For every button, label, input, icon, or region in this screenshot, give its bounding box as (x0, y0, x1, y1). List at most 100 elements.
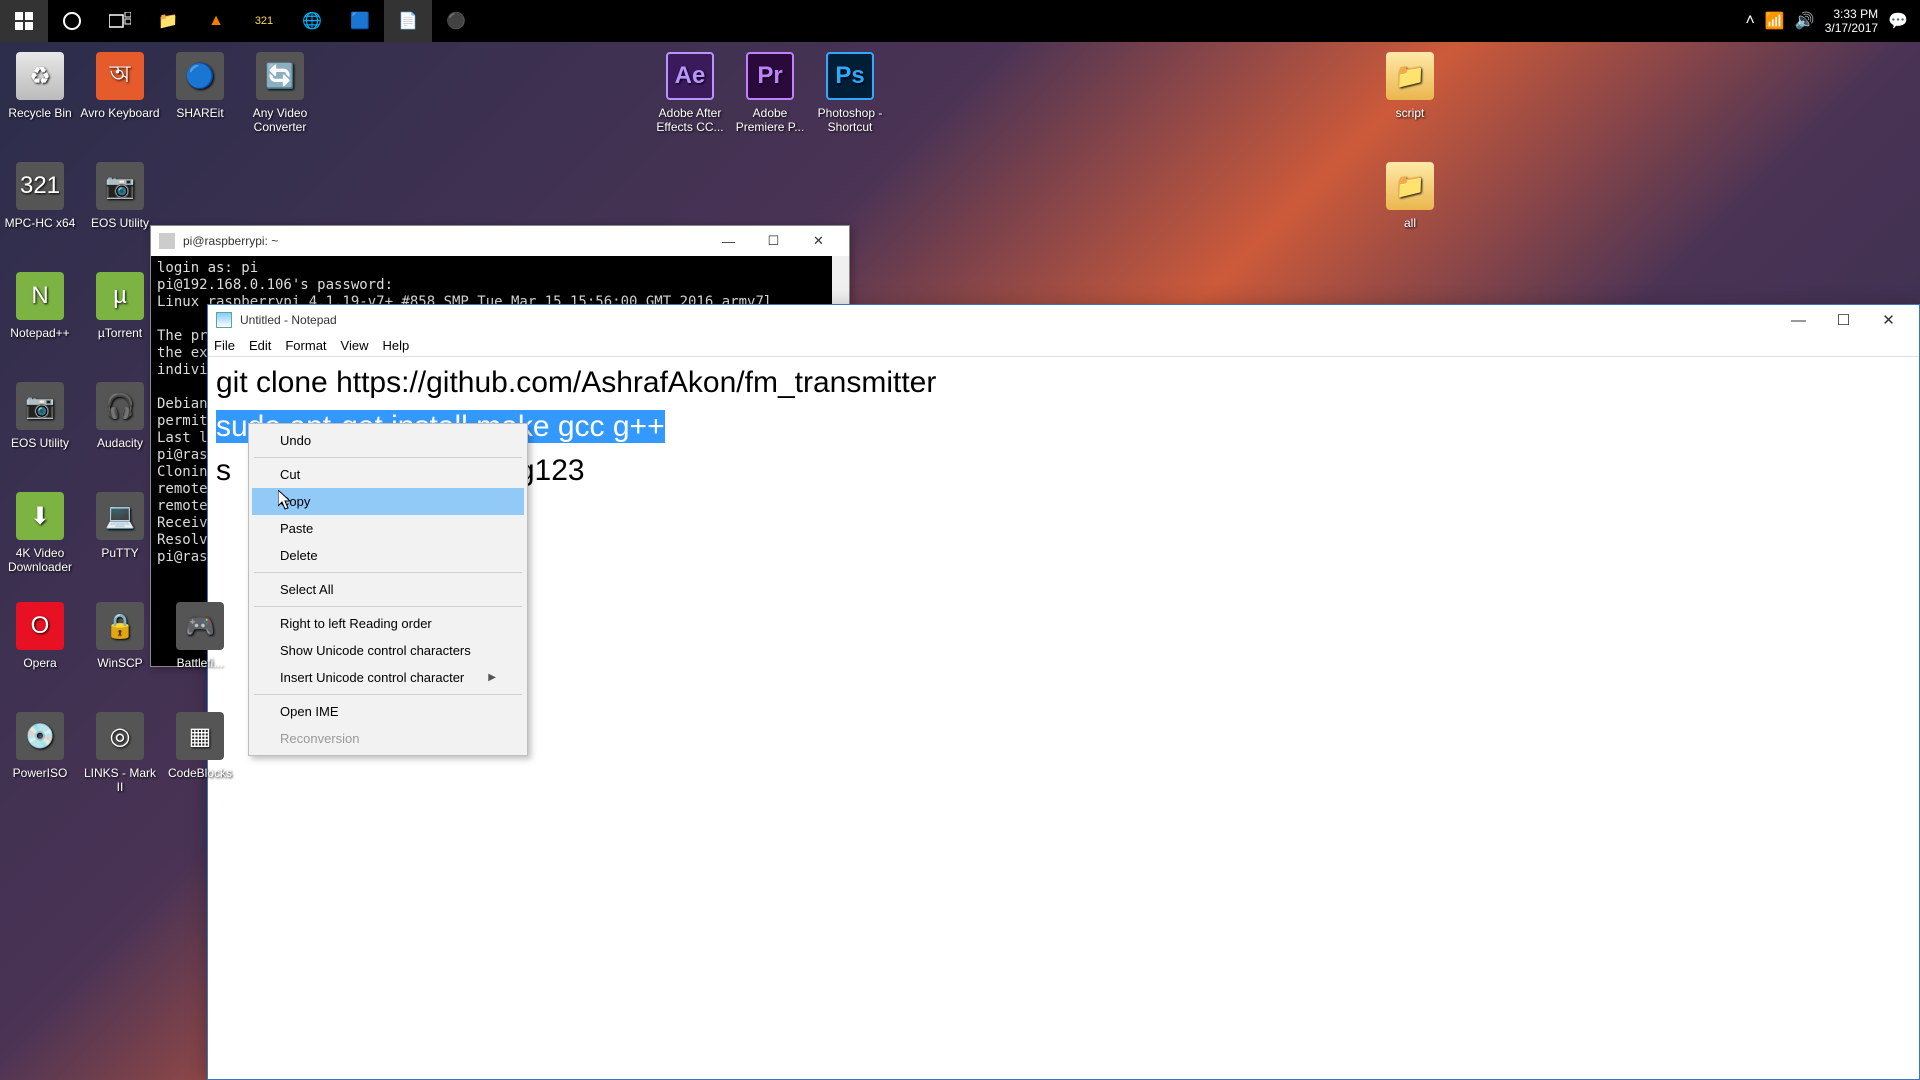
tb-notepad[interactable]: 📄 (384, 0, 432, 42)
context-open-ime[interactable]: Open IME (252, 698, 524, 725)
desktop-icon-battlefi-[interactable]: 🎮Battlefi... (160, 602, 240, 670)
desktop-icon-shareit[interactable]: 🔵SHAREit (160, 52, 240, 120)
context-undo[interactable]: Undo (252, 427, 524, 454)
icon-label: EOS Utility (80, 216, 160, 230)
taskview-button[interactable] (96, 0, 144, 42)
icon-label: Adobe Premiere P... (730, 106, 810, 134)
np-line3-pre: s (216, 454, 231, 487)
cortana-button[interactable] (48, 0, 96, 42)
putty-title-text: pi@raspberrypi: ~ (183, 234, 278, 248)
tb-app1[interactable]: 🟦 (336, 0, 384, 42)
context-separator (254, 694, 522, 695)
tray-volume-icon[interactable]: 🔊 (1795, 11, 1815, 31)
app-icon: 📷 (16, 382, 64, 430)
np-line1: git clone https://github.com/AshrafAkon/… (216, 366, 936, 399)
desktop-icon-links-mark-ii[interactable]: ◎LINKS - Mark II (80, 712, 160, 794)
tray-chevron-icon[interactable]: ˄ (1746, 12, 1755, 30)
menu-edit[interactable]: Edit (249, 338, 271, 353)
context-right-to-left-reading-order[interactable]: Right to left Reading order (252, 610, 524, 637)
desktop-icon-poweriso[interactable]: 💿PowerISO (0, 712, 80, 780)
app-icon: 🎮 (176, 602, 224, 650)
desktop-icon-notepad-[interactable]: N Notepad++ (0, 272, 80, 340)
putty-close-button[interactable]: ✕ (796, 227, 841, 255)
icon-label: LINKS - Mark II (80, 766, 160, 794)
menu-view[interactable]: View (341, 338, 369, 353)
notepad-minimize-button[interactable]: — (1776, 306, 1821, 334)
icon-label: script (1370, 106, 1450, 120)
context-show-unicode-control-characters[interactable]: Show Unicode control characters (252, 637, 524, 664)
desktop-icon-script[interactable]: 📁 script (1370, 52, 1450, 120)
tb-mpc[interactable]: 321 (240, 0, 288, 42)
app-icon: Pr (746, 52, 794, 100)
desktop-icon-4k-video-downloader[interactable]: ⬇ 4K Video Downloader (0, 492, 80, 574)
desktop-icon-codeblocks[interactable]: ▦CodeBlocks (160, 712, 240, 780)
desktop-icon-photoshop-shortcut[interactable]: PsPhotoshop - Shortcut (810, 52, 890, 134)
menu-format[interactable]: Format (285, 338, 326, 353)
putty-titlebar[interactable]: pi@raspberrypi: ~ — ☐ ✕ (151, 226, 849, 256)
tb-explorer[interactable]: 📁 (144, 0, 192, 42)
notepad-menubar: File Edit Format View Help (208, 335, 1919, 357)
desktop-icon-recycle-bin[interactable]: ♻Recycle Bin (0, 52, 80, 120)
app-icon: 🎧 (96, 382, 144, 430)
desktop-icon-adobe-premiere-p-[interactable]: Pr Adobe Premiere P... (730, 52, 810, 134)
app-icon: Ps (826, 52, 874, 100)
desktop-icon-mpc-hc-x64[interactable]: 321 MPC-HC x64 (0, 162, 80, 230)
putty-minimize-button[interactable]: — (706, 227, 751, 255)
desktop-icon-any-video-converter[interactable]: 🔄 Any Video Converter (240, 52, 320, 134)
submenu-arrow-icon: ▶ (488, 672, 496, 683)
desktop-icon-putty[interactable]: 💻PuTTY (80, 492, 160, 560)
clock-time: 3:33 PM (1825, 7, 1878, 21)
icon-label: µTorrent (80, 326, 160, 340)
app-icon: 📷 (96, 162, 144, 210)
taskbar-clock[interactable]: 3:33 PM 3/17/2017 (1825, 7, 1878, 35)
notepad-titlebar[interactable]: Untitled - Notepad — ☐ ✕ (208, 305, 1919, 335)
context-copy[interactable]: Copy (252, 488, 524, 515)
app-icon: 🔒 (96, 602, 144, 650)
icon-label: PuTTY (80, 546, 160, 560)
putty-maximize-button[interactable]: ☐ (751, 227, 796, 255)
desktop-icon-opera[interactable]: OOpera (0, 602, 80, 670)
app-icon: N (16, 272, 64, 320)
tray-notifications-icon[interactable]: 💬 (1888, 11, 1908, 31)
app-icon: ⬇ (16, 492, 64, 540)
tray-network-icon[interactable]: 📶 (1765, 11, 1785, 31)
context-cut[interactable]: Cut (252, 461, 524, 488)
start-button[interactable] (0, 0, 48, 42)
menu-help[interactable]: Help (382, 338, 409, 353)
menu-file[interactable]: File (214, 338, 235, 353)
app-icon: অ (96, 52, 144, 100)
folder-icon: 📁 (1386, 52, 1434, 100)
context-select-all[interactable]: Select All (252, 576, 524, 603)
desktop-icon-winscp[interactable]: 🔒WinSCP (80, 602, 160, 670)
tb-vlc[interactable]: ▲ (192, 0, 240, 42)
taskbar: 📁 ▲ 321 🌐 🟦 📄 ⚫ ˄ 📶 🔊 3:33 PM 3/17/2017 … (0, 0, 1920, 42)
app-icon: ♻ (16, 52, 64, 100)
icon-label: MPC-HC x64 (0, 216, 80, 230)
desktop-icon-avro-keyboard[interactable]: অAvro Keyboard (80, 52, 160, 120)
desktop-icon-adobe-after-effects-cc-[interactable]: AeAdobe After Effects CC... (650, 52, 730, 134)
context-paste[interactable]: Paste (252, 515, 524, 542)
desktop-icon-eos-utility[interactable]: 📷 EOS Utility (80, 162, 160, 230)
icon-label: 4K Video Downloader (0, 546, 80, 574)
context-delete[interactable]: Delete (252, 542, 524, 569)
notepad-maximize-button[interactable]: ☐ (1821, 306, 1866, 334)
tb-chrome[interactable]: 🌐 (288, 0, 336, 42)
desktop-icon-eos-utility[interactable]: 📷 EOS Utility (0, 382, 80, 450)
icon-label: Notepad++ (0, 326, 80, 340)
notepad-close-button[interactable]: ✕ (1866, 306, 1911, 334)
app-icon: 321 (16, 162, 64, 210)
icon-label: Audacity (80, 436, 160, 450)
context-separator (254, 457, 522, 458)
desktop-icon-all[interactable]: 📁all (1370, 162, 1450, 230)
app-icon: 🔄 (256, 52, 304, 100)
icon-label: EOS Utility (0, 436, 80, 450)
desktop-icon-audacity[interactable]: 🎧 Audacity (80, 382, 160, 450)
context-insert-unicode-control-character[interactable]: Insert Unicode control character▶ (252, 664, 524, 691)
icon-label: Any Video Converter (240, 106, 320, 134)
context-reconversion: Reconversion (252, 725, 524, 752)
app-icon: Ae (666, 52, 714, 100)
desktop-icon--torrent[interactable]: µµTorrent (80, 272, 160, 340)
tb-obs[interactable]: ⚫ (432, 0, 480, 42)
folder-icon: 📁 (1386, 162, 1434, 210)
icon-label: PowerISO (0, 766, 80, 780)
